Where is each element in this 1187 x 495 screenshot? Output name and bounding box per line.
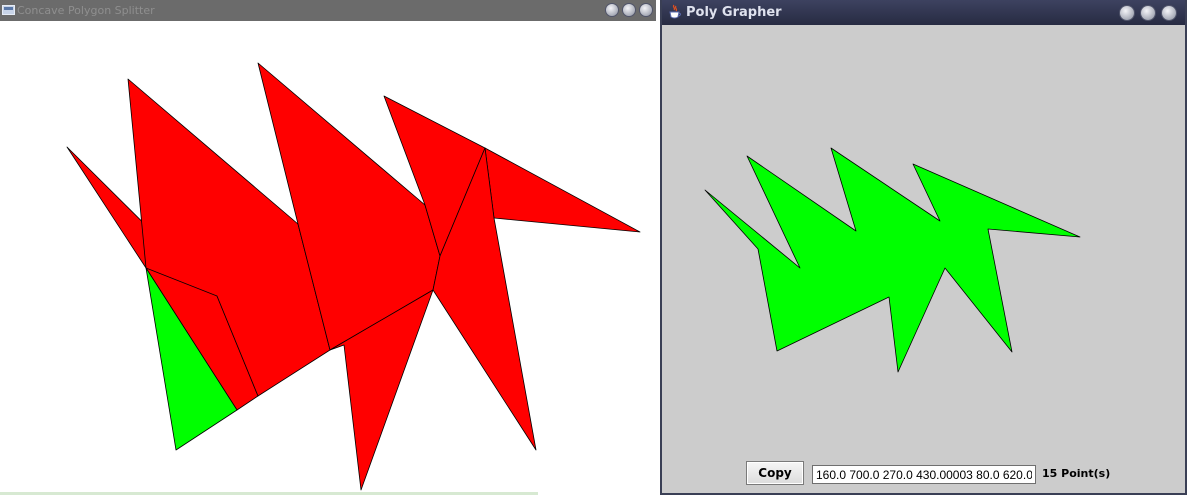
title-bar[interactable]: Poly Grapher: [662, 0, 1185, 25]
concave-polygon-splitter-window: Concave Polygon Splitter: [0, 0, 656, 495]
poly-grapher-window: Poly Grapher Copy 15 Point(s): [660, 0, 1187, 495]
window-title: Poly Grapher: [686, 5, 782, 20]
window-title: Concave Polygon Splitter: [17, 4, 155, 17]
title-bar[interactable]: Concave Polygon Splitter: [0, 0, 656, 21]
maximize-button[interactable]: [1141, 6, 1155, 20]
minimize-button[interactable]: [1120, 6, 1134, 20]
polygon-graph-canvas[interactable]: [662, 25, 1185, 455]
java-app-icon: [2, 5, 15, 15]
maximize-button[interactable]: [623, 4, 635, 16]
polygon-canvas[interactable]: [0, 21, 656, 495]
point-count-label: 15 Point(s): [1042, 467, 1111, 480]
coordinates-field[interactable]: [812, 465, 1036, 484]
close-button[interactable]: [640, 4, 652, 16]
copy-button[interactable]: Copy: [746, 461, 804, 485]
graphed-polygon: [704, 147, 1081, 373]
minimize-button[interactable]: [606, 4, 618, 16]
close-button[interactable]: [1162, 6, 1176, 20]
java-coffee-cup-icon: [669, 4, 681, 19]
polygon-piece-5: [484, 147, 641, 233]
